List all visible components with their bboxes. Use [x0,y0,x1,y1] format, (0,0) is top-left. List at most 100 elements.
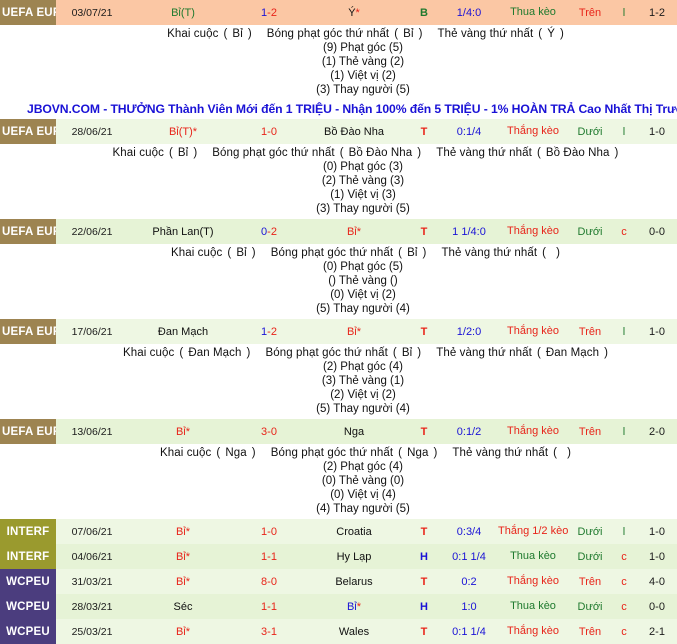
final-score: 1-1 [261,600,277,613]
away-team[interactable]: Hy Lạp [300,544,408,569]
away-team[interactable]: Wales [300,619,408,644]
score-home: 1 [261,600,268,613]
away-team[interactable]: Bỉ* [300,219,408,244]
home-team-name: Đan Mạch [157,325,209,338]
table-row[interactable]: UEFA EURO 13/06/21 Bỉ* 3-0 Nga T 0:1/2 T… [0,419,677,444]
table-row[interactable]: WCPEU 28/03/21 Séc 1-1 Bỉ* H 1:0 Thua kè… [0,594,677,619]
match-history-body: UEFA EURO 03/07/21 Bỉ(T) 1-2 Ý* B 1/4:0 … [0,0,677,644]
first-yellow-info: Thẻ vàng thứ nhất(Ý) [437,28,564,40]
table-row[interactable]: UEFA EURO 28/06/21 Bỉ(T)* 1-0 Bồ Đào Nha… [0,119,677,144]
handicap-line: 1:0 [461,600,477,613]
match-date: 31/03/21 [71,575,113,588]
home-team[interactable]: Bỉ* [128,544,238,569]
home-team[interactable]: Bỉ(T) [128,0,238,25]
halftime-score: 0-0 [649,225,665,238]
score-away: 0 [270,575,277,588]
away-team[interactable]: Belarus [300,569,408,594]
away-star: * [356,600,362,613]
table-row[interactable]: INTERF 07/06/21 Bỉ* 1-0 Croatia T 0:3/4 … [0,519,677,544]
league-badge[interactable]: WCPEU [0,569,56,594]
league-badge[interactable]: INTERF [0,519,56,544]
match-detail: Khai cuộc(Nga) Bóng phạt góc thứ nhất(Nga… [0,444,677,519]
home-team-name: Bỉ [175,625,186,638]
corner-indicator: l [622,125,626,138]
table-row[interactable]: WCPEU 31/03/21 Bỉ* 8-0 Belarus T 0:2 Thắ… [0,569,677,594]
first-yellow-info: Thẻ vàng thứ nhất() [452,447,571,459]
match-detail: Khai cuộc(Bỉ) Bóng phạt góc thứ nhất(Bồ Đ… [0,144,677,219]
away-team[interactable]: Bồ Đào Nha [300,119,408,144]
away-team[interactable]: Croatia [300,519,408,544]
league-badge[interactable]: UEFA EURO [0,219,56,244]
table-row[interactable]: WCPEU 25/03/21 Bỉ* 3-1 Wales T 0:1 1/4 T… [0,619,677,644]
away-team[interactable]: Nga [300,419,408,444]
table-row[interactable]: UEFA EURO 03/07/21 Bỉ(T) 1-2 Ý* B 1/4:0 … [0,0,677,25]
away-team[interactable]: Bỉ* [300,319,408,344]
league-badge[interactable]: INTERF [0,544,56,569]
final-score: 1-0 [238,119,300,144]
over-under-result: Dưới [577,600,603,613]
promo-banner-cell[interactable]: JBOVN.COM - THƯỞNG Thành Viên Mới đến 1 … [0,100,677,119]
away-team[interactable]: Bỉ* [300,594,408,619]
kickoff-info: Khai cuộc(Bỉ) [170,247,256,259]
final-score: 1-0 [261,525,277,538]
away-star: * [355,6,360,19]
match-date: 07/06/21 [71,525,113,538]
league-badge[interactable]: WCPEU [0,619,56,644]
home-team[interactable]: Séc [128,594,238,619]
match-history-table: UEFA EURO 03/07/21 Bỉ(T) 1-2 Ý* B 1/4:0 … [0,0,677,644]
away-team-name: Bồ Đào Nha [324,125,384,138]
first-yellow-info: Thẻ vàng thứ nhất() [441,247,561,259]
handicap-result: Thua kèo [510,599,556,612]
detail-corners: (2) Phạt góc (4) [323,361,403,373]
corner-indicator: l [622,6,626,19]
match-detail-cell: Khai cuộc(Bỉ) Bóng phạt góc thứ nhất(Bỉ) T… [0,25,677,100]
detail-substitutions: (5) Thay người (4) [316,403,410,415]
match-date: 22/06/21 [71,225,113,238]
away-star: * [356,225,362,238]
league-badge[interactable]: WCPEU [0,594,56,619]
halftime-score: 4-0 [649,575,665,588]
league-badge[interactable]: UEFA EURO [0,419,56,444]
kickoff-info: Khai cuộc(Bỉ) [112,147,198,159]
handicap-line: 1/4:0 [456,6,482,19]
over-under-result: Dưới [577,125,603,138]
first-yellow-info: Thẻ vàng thứ nhất(Bồ Đào Nha) [436,147,619,159]
result-letter: T [420,575,428,588]
promo-banner[interactable]: JBOVN.COM - THƯỞNG Thành Viên Mới đến 1 … [0,100,677,119]
away-team-name: Ý [348,6,356,19]
home-team[interactable]: Bỉ* [128,569,238,594]
handicap-line: 0:1/4 [456,125,482,138]
over-under-result: Dưới [577,525,603,538]
match-detail-row: Khai cuộc(Đan Mạch) Bóng phạt góc thứ nhấ… [0,344,677,419]
table-row[interactable]: INTERF 04/06/21 Bỉ* 1-1 Hy Lạp H 0:1 1/4… [0,544,677,569]
over-under-result: Trên [578,625,602,638]
match-detail-cell: Khai cuộc(Nga) Bóng phạt góc thứ nhất(Nga… [0,444,677,519]
league-badge[interactable]: UEFA EURO [0,0,56,25]
away-team[interactable]: Ý* [300,0,408,25]
home-team[interactable]: Đan Mạch [128,319,238,344]
score-away: 1 [270,625,277,638]
table-row[interactable]: UEFA EURO 17/06/21 Đan Mạch 1-2 Bỉ* T 1/… [0,319,677,344]
over-under-result: Dưới [577,225,603,238]
league-badge[interactable]: UEFA EURO [0,119,56,144]
league-badge[interactable]: UEFA EURO [0,319,56,344]
match-date: 03/07/21 [71,6,113,19]
handicap-line: 0:2 [461,575,477,588]
corner-indicator: c [621,575,627,588]
home-team[interactable]: Bỉ* [128,619,238,644]
match-date: 28/06/21 [71,125,113,138]
handicap-result: Thắng kèo [507,424,559,437]
home-team[interactable]: Phần Lan(T) [128,219,238,244]
home-team[interactable]: Bỉ* [128,519,238,544]
result-letter: T [420,125,428,138]
detail-substitutions: (3) Thay người (5) [316,203,410,215]
detail-yellow-cards: (3) Thẻ vàng (1) [321,375,405,387]
halftime-score: 1-0 [649,125,665,138]
kickoff-info: Khai cuộc(Nga) [160,447,256,459]
home-team[interactable]: Bỉ(T)* [128,119,238,144]
table-row[interactable]: UEFA EURO 22/06/21 Phần Lan(T) 0-2 Bỉ* T… [0,219,677,244]
detail-header: Khai cuộc(Bỉ) Bóng phạt góc thứ nhất(Bồ Đ… [0,146,677,160]
promo-banner-row[interactable]: JBOVN.COM - THƯỞNG Thành Viên Mới đến 1 … [0,100,677,119]
over-under-result: Trên [578,575,602,588]
home-team[interactable]: Bỉ* [128,419,238,444]
